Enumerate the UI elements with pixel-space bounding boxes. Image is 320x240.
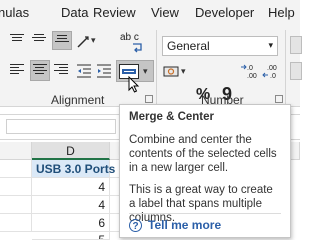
conditional-formatting-button[interactable]	[290, 36, 302, 54]
align-right-button[interactable]	[54, 64, 70, 78]
ribbon-tab-bar: nulas Data Review View Developer Help	[0, 0, 300, 24]
tab-data[interactable]: Data	[61, 5, 88, 20]
decrease-decimal-icon[interactable]: .00 .0	[262, 62, 282, 80]
row-header	[0, 178, 32, 196]
table-cell[interactable]: 4	[32, 178, 110, 196]
chevron-down-icon: ▾	[181, 66, 186, 76]
help-icon: ?	[129, 219, 142, 232]
chevron-down-icon: ▾	[91, 35, 96, 45]
tab-developer[interactable]: Developer	[195, 5, 254, 20]
row-header-corner	[0, 142, 32, 160]
format-as-table-button[interactable]	[290, 62, 302, 80]
formula-input[interactable]	[6, 119, 116, 134]
top-align-button[interactable]	[10, 34, 26, 48]
middle-align-button[interactable]	[32, 34, 48, 48]
tab-help[interactable]: Help	[268, 5, 295, 20]
tooltip-description: Combine and center the contents of the s…	[129, 134, 277, 174]
accounting-format-button[interactable]: ▾	[163, 64, 189, 80]
number-dialog-launcher[interactable]	[275, 95, 283, 103]
svg-text:.0: .0	[270, 73, 276, 80]
tooltip-title: Merge & Center	[129, 111, 214, 123]
increase-indent-button[interactable]	[96, 64, 112, 78]
row-header	[0, 160, 32, 178]
table-cell[interactable]: 4	[32, 196, 110, 214]
row-header	[0, 214, 32, 232]
svg-text:.0: .0	[247, 65, 253, 72]
number-format-select[interactable]: General ▾	[162, 36, 278, 56]
tell-me-more-link[interactable]: ? Tell me more	[129, 218, 221, 232]
increase-decimal-icon: .0 .00	[241, 64, 257, 80]
group-divider	[285, 30, 286, 104]
chevron-down-icon: ▾	[268, 40, 273, 50]
wrap-text-icon: ab c	[120, 32, 139, 43]
align-center-button[interactable]	[30, 60, 50, 81]
svg-text:.00: .00	[247, 73, 257, 80]
accounting-icon	[163, 66, 179, 77]
column-header-d[interactable]: D	[32, 142, 110, 160]
tooltip-divider	[129, 213, 281, 214]
bottom-align-button[interactable]	[52, 31, 72, 50]
align-left-button[interactable]	[10, 64, 26, 78]
wrap-text-button[interactable]: ab c	[120, 32, 144, 54]
alignment-dialog-launcher[interactable]	[145, 95, 153, 103]
tab-formulas[interactable]: nulas	[0, 5, 29, 20]
decrease-decimal-icon: .00 .0	[262, 65, 277, 80]
alignment-group-label: Alignment	[51, 93, 105, 107]
tell-me-more-label: Tell me more	[148, 218, 222, 232]
tab-view[interactable]: View	[151, 5, 179, 20]
increase-indent-icon	[97, 64, 111, 78]
decrease-indent-button[interactable]	[76, 64, 92, 78]
wrap-arrow-icon	[133, 43, 142, 53]
cell-d-header[interactable]: USB 3.0 Ports	[32, 160, 115, 178]
table-cell[interactable]: 6	[32, 214, 110, 232]
mouse-cursor-icon	[128, 76, 140, 93]
number-format-value: General	[167, 39, 210, 53]
orientation-button[interactable]: ▾	[76, 33, 96, 49]
row-header	[0, 196, 32, 214]
svg-text:.00: .00	[267, 65, 277, 72]
group-divider	[156, 30, 157, 104]
ribbon: ▾ ab c ▾ Alignment General ▾ ▾ % 9 .0 .0…	[0, 24, 302, 107]
chevron-down-icon: ▾	[143, 66, 148, 76]
table-cell[interactable]: 5	[32, 232, 110, 240]
merge-center-tooltip: Merge & Center Combine and center the co…	[119, 104, 291, 238]
tab-review[interactable]: Review	[93, 5, 136, 20]
decrease-indent-icon	[77, 64, 91, 78]
increase-decimal-button[interactable]: .0 .00	[240, 62, 260, 80]
